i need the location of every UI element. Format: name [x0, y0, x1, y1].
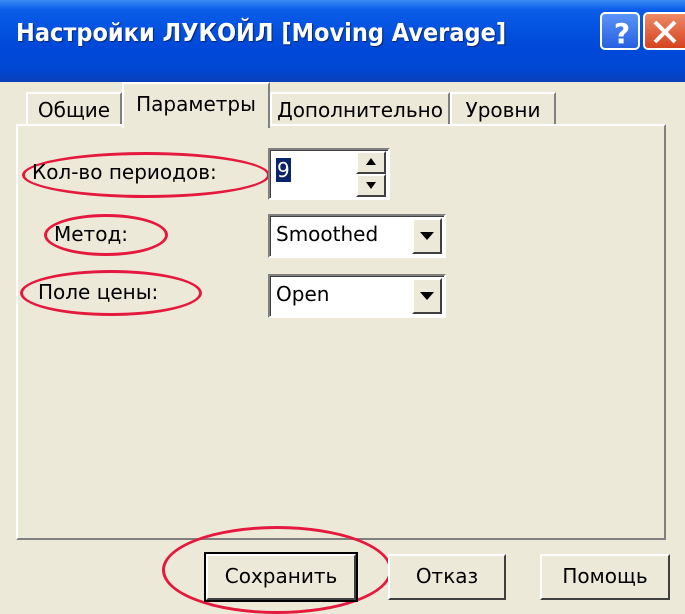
close-icon — [653, 20, 677, 44]
help-button-bottom[interactable]: Помощь — [540, 554, 670, 600]
chevron-down-icon — [420, 232, 434, 240]
chevron-down-icon — [420, 292, 434, 300]
tab-general[interactable]: Общие — [26, 92, 122, 126]
price-field-label: Поле цены: — [38, 280, 159, 304]
tab-levels[interactable]: Уровни — [450, 92, 556, 126]
price-dropdown-button[interactable] — [412, 278, 442, 314]
arrow-down-icon — [366, 182, 376, 189]
method-label: Метод: — [54, 222, 129, 246]
arrow-up-icon — [366, 158, 376, 165]
help-icon: ? — [614, 17, 630, 50]
periods-label: Кол-во периодов: — [32, 160, 217, 184]
svg-text:?: ? — [614, 17, 630, 50]
cancel-button[interactable]: Отказ — [388, 554, 506, 600]
method-dropdown-button[interactable] — [412, 218, 442, 254]
close-button[interactable] — [643, 12, 685, 50]
spin-down-button[interactable] — [356, 174, 386, 197]
window-title: Настройки ЛУКОЙЛ [Moving Average] — [16, 18, 507, 47]
tab-bar: Общие Параметры Дополнительно Уровни — [0, 82, 685, 128]
method-value: Smoothed — [276, 222, 379, 246]
price-field-value: Open — [276, 282, 330, 306]
spin-up-button[interactable] — [356, 151, 386, 174]
tab-additional[interactable]: Дополнительно — [270, 92, 450, 126]
help-button[interactable]: ? — [600, 12, 640, 50]
periods-value[interactable]: 9 — [276, 158, 291, 182]
save-button[interactable]: Сохранить — [204, 552, 358, 602]
title-bar[interactable]: Настройки ЛУКОЙЛ [Moving Average] ? — [0, 0, 685, 82]
tab-parameters[interactable]: Параметры — [122, 82, 270, 128]
